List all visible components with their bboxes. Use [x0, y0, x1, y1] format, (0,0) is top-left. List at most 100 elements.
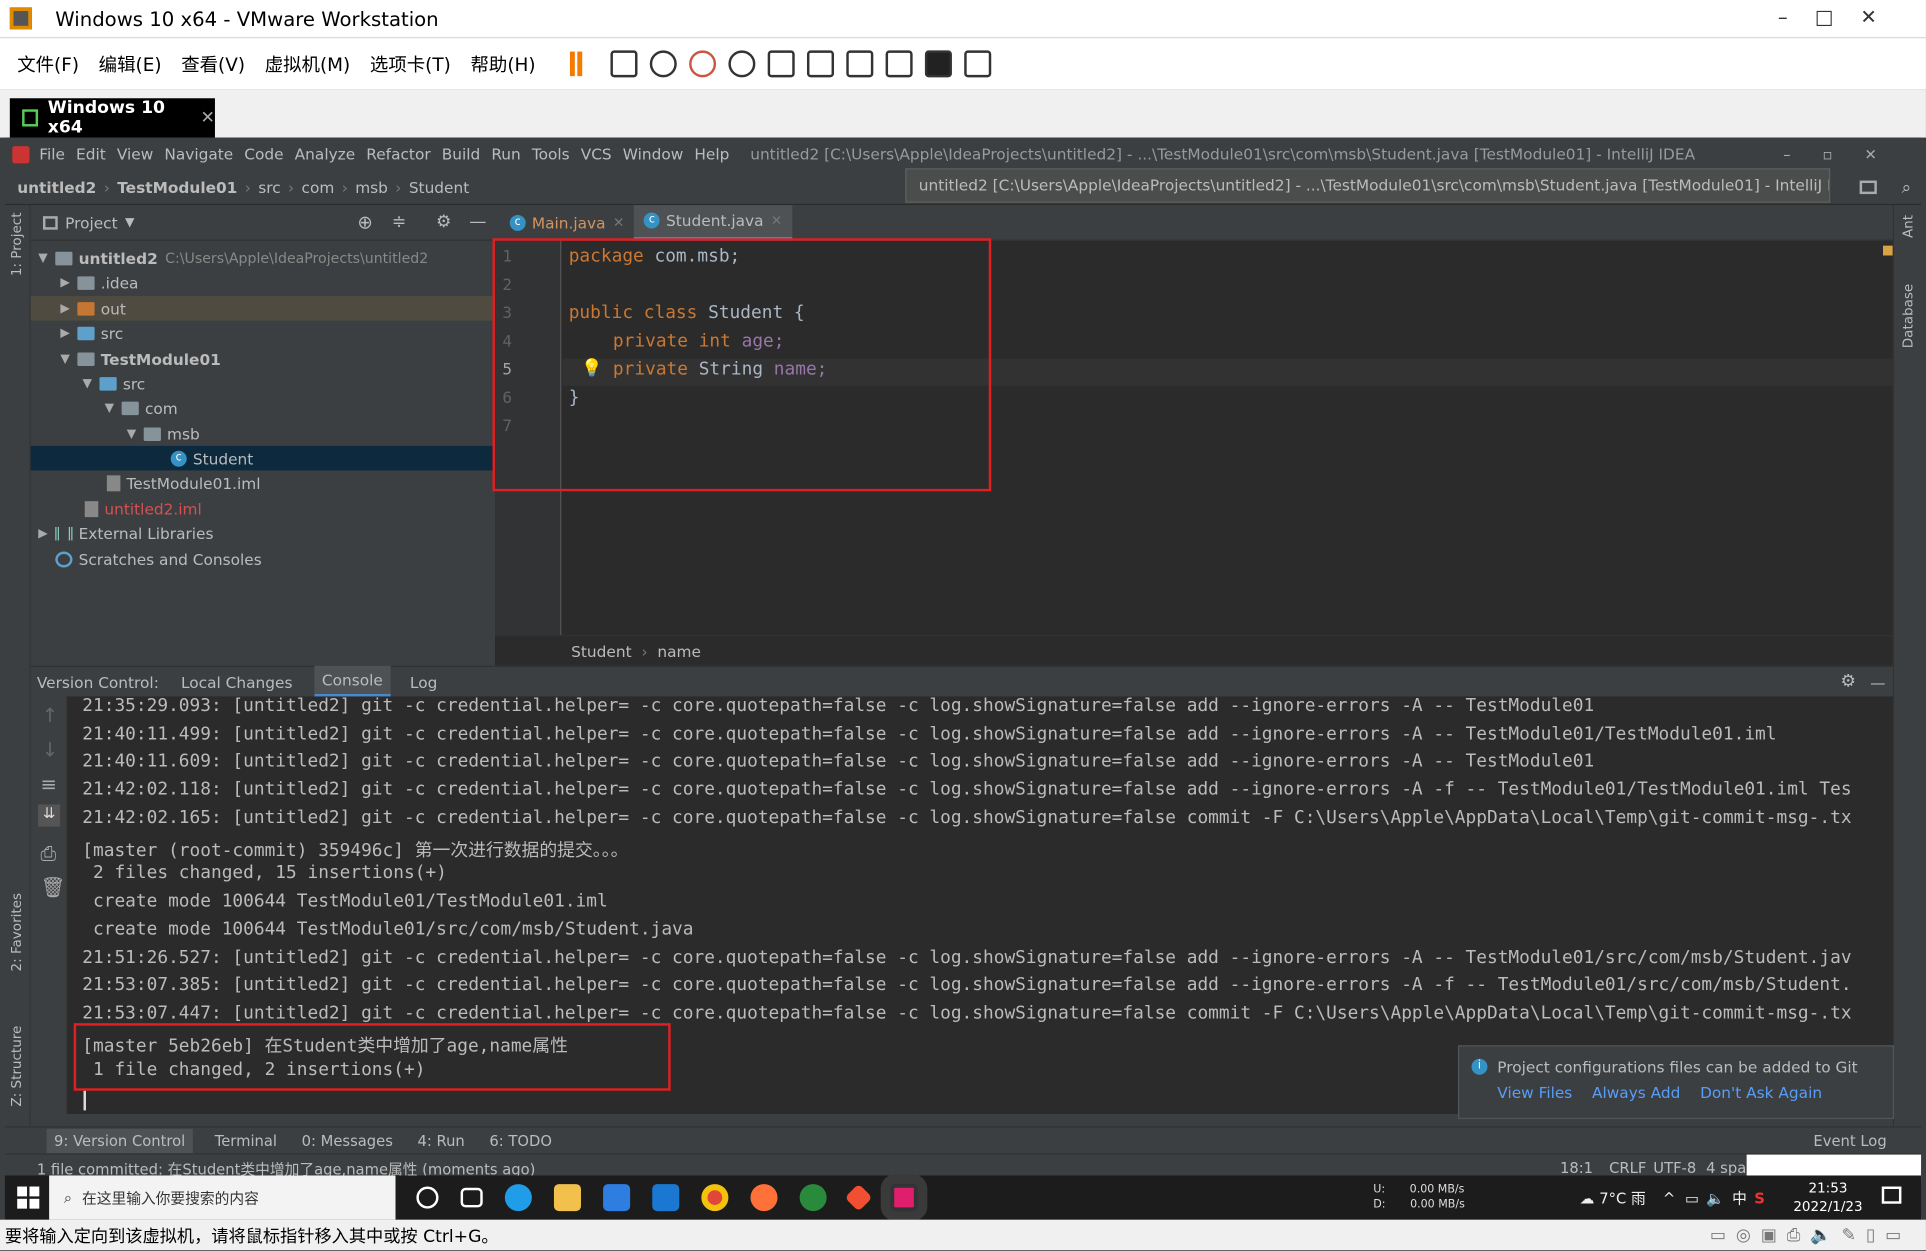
tool-database[interactable]: Database — [1900, 284, 1916, 348]
menu-help[interactable]: 帮助(H) — [470, 51, 535, 77]
menu-file[interactable]: 文件(F) — [17, 51, 79, 77]
tree-item-module[interactable]: ▼ TestModule01 — [31, 346, 495, 371]
tree-item-student[interactable]: c Student — [30, 445, 496, 471]
tree-item-module-iml[interactable]: TestModule01.iml — [31, 470, 495, 495]
store-icon[interactable] — [603, 1184, 631, 1212]
nav-item-project[interactable]: untitled2 — [17, 178, 96, 196]
file-explorer-icon[interactable] — [553, 1184, 581, 1212]
minimize-icon[interactable]: — — [1870, 672, 1885, 690]
soft-wrap-icon[interactable]: ≡ — [41, 773, 57, 796]
project-view-label[interactable]: Project — [65, 213, 118, 231]
intellij-taskbar-icon[interactable] — [880, 1174, 928, 1221]
menu-edit[interactable]: 编辑(E) — [99, 51, 162, 77]
tool-favorites[interactable]: 2: Favorites — [9, 893, 25, 971]
nav-item-msb[interactable]: msb — [355, 178, 388, 196]
sogou-icon[interactable]: S — [1754, 1190, 1765, 1207]
tray-chevron-icon[interactable]: ^ — [1663, 1190, 1675, 1207]
tree-item-module-src[interactable]: ▼ src — [31, 371, 495, 396]
fullscreen-icon[interactable] — [846, 50, 874, 78]
firefox-icon[interactable] — [750, 1184, 778, 1212]
cortana-icon[interactable] — [416, 1186, 439, 1209]
tree-item-msb[interactable]: ▼ msb — [31, 421, 495, 446]
ime-indicator[interactable]: 中 — [1732, 1188, 1747, 1209]
print-icon[interactable]: ⎙ — [41, 841, 57, 866]
nav-item-student[interactable]: Student — [409, 178, 469, 196]
crumb-class[interactable]: Student — [571, 642, 631, 660]
event-log[interactable]: Event Log — [1813, 1132, 1886, 1149]
gear-icon[interactable]: ⚙ — [436, 212, 451, 232]
library-icon[interactable] — [767, 50, 795, 78]
send-ctrl-alt-del-icon[interactable] — [610, 50, 638, 78]
tree-item-out[interactable]: ▶ out — [30, 296, 496, 321]
weather[interactable]: 7°C 雨 — [1599, 1188, 1645, 1209]
caret-position[interactable]: 18:1 — [1560, 1160, 1593, 1177]
menu-view[interactable]: View — [117, 145, 153, 163]
device-icons[interactable]: ▭◎▣⎙🔈✎▯▭ — [1710, 1225, 1911, 1245]
ide-window-controls[interactable]: –▫✕ — [1783, 146, 1909, 163]
tool-version-control[interactable]: 9: Version Control — [46, 1128, 193, 1153]
menu-tools[interactable]: Tools — [532, 145, 570, 163]
dont-ask-again-link[interactable]: Don't Ask Again — [1700, 1083, 1822, 1101]
menu-navigate[interactable]: Navigate — [164, 145, 233, 163]
mail-icon[interactable] — [652, 1184, 680, 1212]
menu-build[interactable]: Build — [442, 145, 481, 163]
locate-icon[interactable]: ⊕ — [357, 211, 372, 233]
tool-structure[interactable]: Z: Structure — [9, 1026, 25, 1107]
menu-window[interactable]: Window — [623, 145, 684, 163]
tool-todo[interactable]: 6: TODO — [489, 1132, 552, 1149]
menu-view[interactable]: 查看(V) — [181, 51, 245, 77]
always-add-link[interactable]: Always Add — [1592, 1083, 1680, 1101]
tab-log[interactable]: Log — [410, 672, 437, 690]
tool-terminal[interactable]: Terminal — [215, 1132, 277, 1149]
tab-main-java[interactable]: c Main.java ✕ — [500, 205, 634, 241]
menu-run[interactable]: Run — [491, 145, 520, 163]
tab-local-changes[interactable]: Local Changes — [181, 672, 292, 690]
chevron-down-icon[interactable]: ▼ — [125, 216, 134, 230]
volume-icon[interactable]: 🔈 — [1706, 1190, 1724, 1207]
view-files-link[interactable]: View Files — [1497, 1083, 1572, 1101]
clock[interactable]: 21:53 2022/1/23 — [1793, 1179, 1862, 1216]
nav-item-src[interactable]: src — [258, 178, 280, 196]
taskbar-search[interactable]: ⌕ 在这里输入你要搜索的内容 — [49, 1175, 396, 1220]
tool-ant[interactable]: Ant — [1900, 215, 1916, 238]
menu-tabs[interactable]: 选项卡(T) — [370, 51, 451, 77]
collapse-icon[interactable]: ≑ — [392, 212, 406, 232]
tab-student-java[interactable]: c Student.java ✕ — [634, 204, 793, 241]
close-icon[interactable]: ✕ — [613, 214, 624, 230]
edge-icon[interactable] — [504, 1184, 532, 1212]
tree-item-root-iml[interactable]: untitled2.iml — [31, 496, 495, 521]
file-encoding[interactable]: UTF-8 — [1653, 1160, 1696, 1177]
hbuilder-icon[interactable] — [799, 1184, 827, 1212]
vm-tab[interactable]: Windows 10 x64 ✕ — [9, 98, 215, 138]
menu-analyze[interactable]: Analyze — [295, 145, 356, 163]
search-icon[interactable]: ⌕ — [1902, 177, 1912, 197]
tree-item-external-libraries[interactable]: ▶ External Libraries — [31, 521, 495, 546]
console-view-icon[interactable] — [924, 50, 952, 78]
revert-snapshot-icon[interactable] — [689, 50, 717, 78]
git-icon[interactable] — [844, 1183, 873, 1212]
down-arrow-icon[interactable]: ↓ — [42, 738, 58, 761]
menu-edit[interactable]: Edit — [76, 145, 106, 163]
snapshot-manager-icon[interactable] — [728, 50, 756, 78]
tool-project[interactable]: 1: Project — [9, 212, 25, 276]
crumb-field[interactable]: name — [657, 642, 701, 660]
tree-item-root[interactable]: ▼ untitled2 C:\Users\Apple\IdeaProjects\un… — [31, 246, 495, 271]
stretch-icon[interactable] — [964, 50, 992, 78]
line-separator[interactable]: CRLF — [1609, 1160, 1646, 1177]
menu-vcs[interactable]: VCS — [581, 145, 612, 163]
pause-icon[interactable] — [569, 51, 583, 77]
menu-refactor[interactable]: Refactor — [366, 145, 430, 163]
minimize-icon[interactable]: — — [469, 212, 486, 232]
close-icon[interactable]: ✕ — [771, 212, 782, 228]
menu-help[interactable]: Help — [694, 145, 729, 163]
scroll-to-end-icon[interactable]: ⇊ — [38, 804, 61, 827]
up-arrow-icon[interactable]: ↑ — [42, 704, 58, 727]
inspection-indicator[interactable] — [1882, 245, 1893, 256]
menu-vm[interactable]: 虚拟机(M) — [265, 51, 351, 77]
notifications-icon[interactable] — [1881, 1186, 1902, 1204]
nav-item-module[interactable]: TestModule01 — [117, 178, 237, 196]
network-icon[interactable]: ▭ — [1685, 1190, 1699, 1207]
tree-item-src[interactable]: ▶ src — [31, 321, 495, 346]
tool-messages[interactable]: 0: Messages — [302, 1132, 393, 1149]
trash-icon[interactable]: 🗑 — [41, 876, 66, 899]
